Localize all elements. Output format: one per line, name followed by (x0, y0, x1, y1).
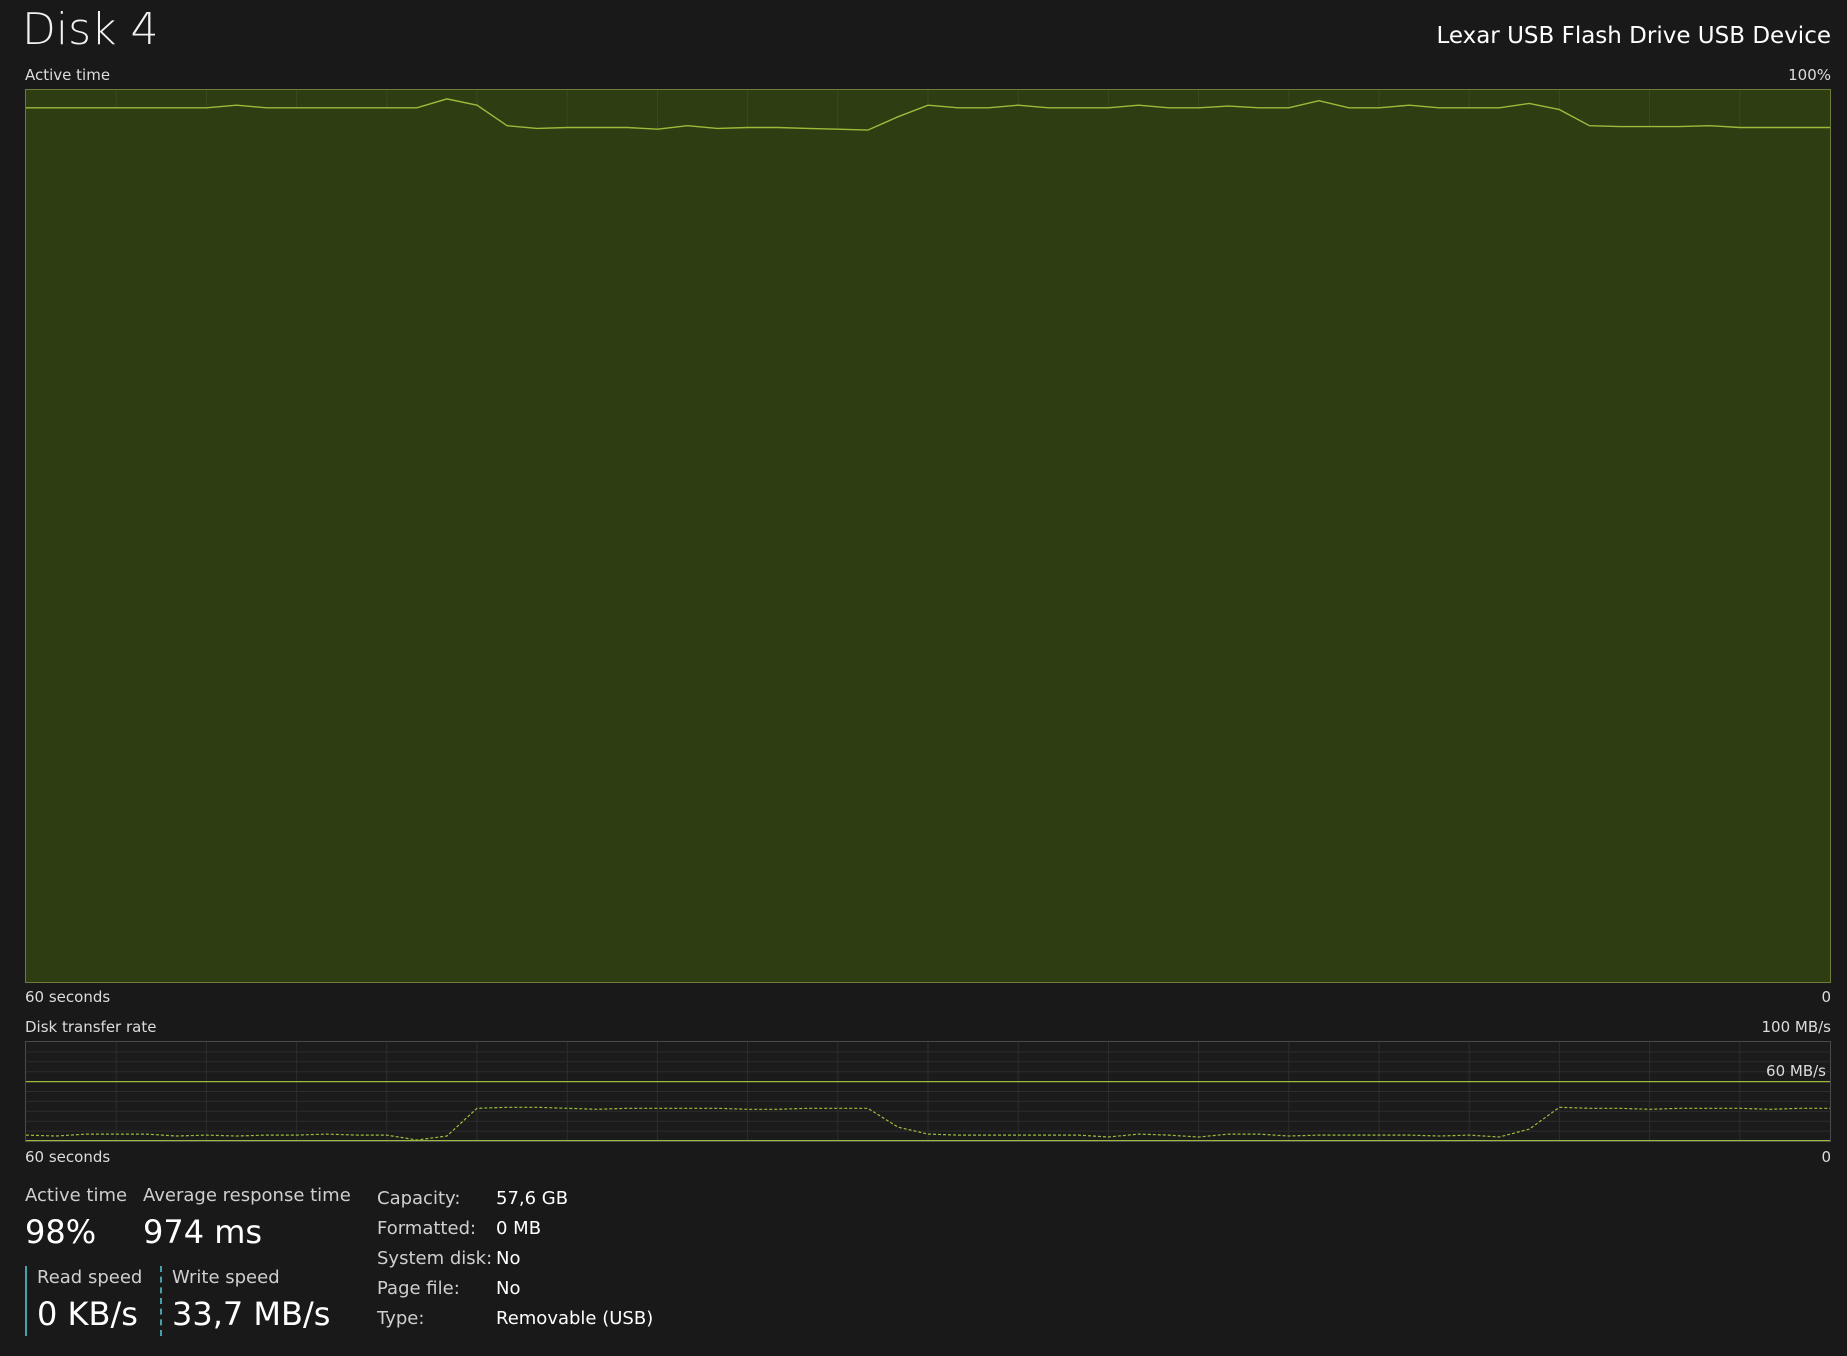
write-speed-legend-line (160, 1266, 162, 1336)
read-speed-label: Read speed (37, 1267, 143, 1288)
transfer-graph: 60 MB/s (25, 1041, 1831, 1142)
active-time-graph-label: Active time (25, 66, 111, 84)
property-key: System disk: (377, 1247, 493, 1269)
property-row: System disk: No (377, 1243, 653, 1273)
property-value: 0 MB (496, 1217, 542, 1239)
active-time-chart (26, 90, 1830, 982)
active-time-graph (25, 89, 1831, 983)
property-row: Capacity: 57,6 GB (377, 1183, 653, 1213)
property-value: No (496, 1247, 521, 1269)
property-row: Formatted: 0 MB (377, 1213, 653, 1243)
property-key: Type: (377, 1307, 425, 1329)
active-time-max-label: 100% (1788, 66, 1831, 84)
property-row: Type: Removable (USB) (377, 1303, 653, 1333)
write-speed-value: 33,7 MB/s (172, 1295, 331, 1333)
active-time-area (26, 98, 1830, 982)
transfer-graph-label: Disk transfer rate (25, 1018, 157, 1036)
disk-title: Disk 4 (22, 4, 159, 55)
active-time-stat-label: Active time (25, 1185, 128, 1206)
property-value: No (496, 1277, 521, 1299)
property-key: Page file: (377, 1277, 460, 1299)
property-key: Capacity: (377, 1187, 461, 1209)
active-time-zero-label: 0 (1821, 988, 1831, 1006)
read-speed-legend-line (25, 1266, 27, 1336)
write-speed-label: Write speed (172, 1267, 280, 1288)
disk-properties: Capacity: 57,6 GB Formatted: 0 MB System… (377, 1183, 653, 1333)
active-time-duration-label: 60 seconds (25, 988, 111, 1006)
property-value: 57,6 GB (496, 1187, 569, 1209)
transfer-ref-label: 60 MB/s (1766, 1062, 1826, 1080)
avg-response-stat-value: 974 ms (143, 1213, 263, 1251)
transfer-duration-label: 60 seconds (25, 1148, 111, 1166)
active-time-stat-value: 98% (25, 1213, 97, 1251)
property-row: Page file: No (377, 1273, 653, 1303)
device-name: Lexar USB Flash Drive USB Device (1436, 23, 1831, 49)
transfer-zero-label: 0 (1821, 1148, 1831, 1166)
property-key: Formatted: (377, 1217, 477, 1239)
transfer-max-label: 100 MB/s (1761, 1018, 1832, 1036)
property-value: Removable (USB) (496, 1307, 654, 1329)
transfer-chart (26, 1042, 1830, 1141)
read-speed-value: 0 KB/s (37, 1295, 138, 1333)
avg-response-stat-label: Average response time (143, 1185, 351, 1206)
